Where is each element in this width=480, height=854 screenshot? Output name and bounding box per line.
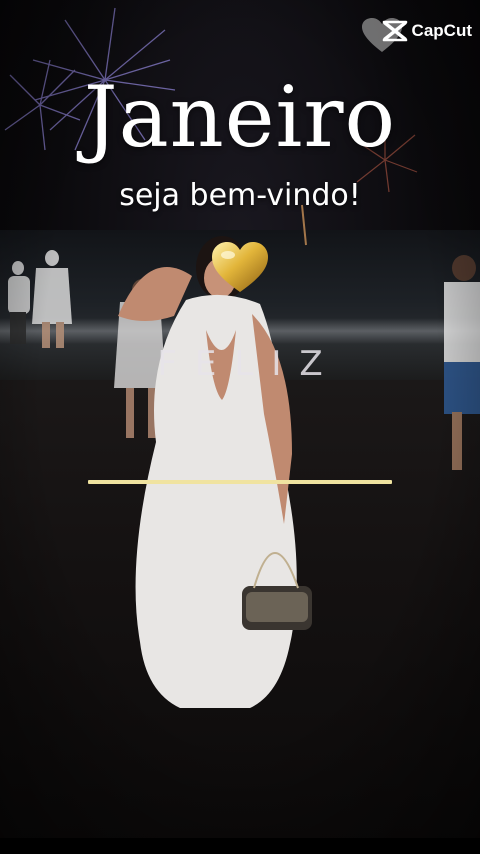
gold-heart-icon bbox=[212, 242, 268, 292]
video-frame: CapCut Janeiro seja bem-vindo! FELIZ bbox=[0, 0, 480, 854]
bottom-bar bbox=[0, 838, 480, 854]
overlay-subtitle: seja bem-vindo! bbox=[119, 178, 361, 213]
overlay-title: Janeiro bbox=[83, 68, 397, 166]
overlay-word: FELIZ bbox=[157, 344, 341, 384]
capcut-logo-icon bbox=[382, 20, 407, 42]
accent-divider-line bbox=[88, 480, 392, 484]
capcut-brand-label: CapCut bbox=[411, 21, 472, 40]
capcut-watermark: CapCut bbox=[361, 18, 472, 52]
